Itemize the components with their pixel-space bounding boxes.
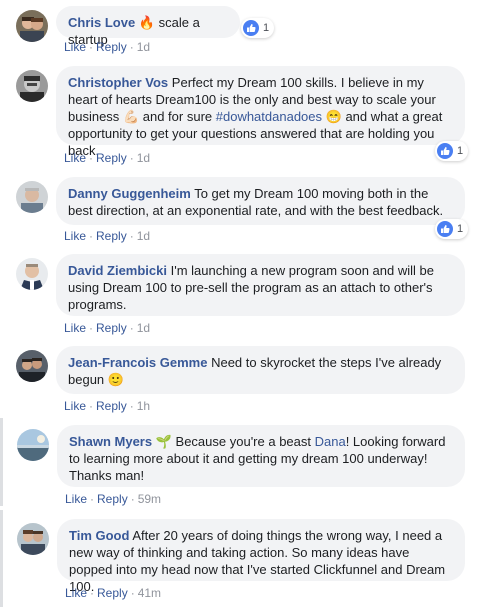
like-link[interactable]: Like xyxy=(65,586,87,600)
like-link[interactable]: Like xyxy=(64,40,86,54)
flexed-biceps-emoji-icon: 💪🏻 xyxy=(122,109,140,124)
timestamp[interactable]: 41m xyxy=(138,586,161,600)
commenter-name[interactable]: Shawn Myers xyxy=(69,434,152,449)
smile-emoji-icon: 🙂 xyxy=(107,372,124,387)
comment-text: and for sure xyxy=(142,109,213,124)
separator: · xyxy=(129,399,134,413)
timestamp[interactable]: 59m xyxy=(138,492,161,506)
grinning-emoji-icon: 😁 xyxy=(325,109,342,124)
commenter-name[interactable]: Tim Good xyxy=(69,528,129,543)
commenter-name[interactable]: Jean-Francois Gemme xyxy=(68,355,207,370)
comment-actions: Like · Reply · 1d xyxy=(64,39,150,55)
seedling-emoji-icon: 🌱 xyxy=(155,434,172,449)
separator: · xyxy=(89,229,94,243)
reply-link[interactable]: Reply xyxy=(96,151,127,165)
thread-indicator-bar xyxy=(0,418,3,506)
commenter-name[interactable]: David Ziembicki xyxy=(68,263,167,278)
thumbs-up-icon xyxy=(437,143,453,159)
separator: · xyxy=(129,321,134,335)
avatar[interactable] xyxy=(16,10,48,42)
separator: · xyxy=(89,321,94,335)
comment-actions: Like · Reply · 1d xyxy=(64,150,150,166)
mention-link[interactable]: Dana xyxy=(315,434,346,449)
timestamp[interactable]: 1d xyxy=(137,151,150,165)
comment-actions: Like · Reply · 1h xyxy=(64,398,150,414)
comment-actions: Like · Reply · 1d xyxy=(64,228,150,244)
reaction-count[interactable]: 1 xyxy=(241,18,275,38)
reply-link[interactable]: Reply xyxy=(96,399,127,413)
like-link[interactable]: Like xyxy=(65,492,87,506)
comment-bubble: Jean-Francois Gemme Need to skyrocket th… xyxy=(56,346,465,394)
comment-bubble: Danny Guggenheim To get my Dream 100 mov… xyxy=(56,177,465,225)
separator: · xyxy=(90,492,95,506)
thumbs-up-icon xyxy=(243,20,259,36)
reaction-count[interactable]: 1 xyxy=(435,141,469,161)
timestamp[interactable]: 1h xyxy=(137,399,150,413)
avatar[interactable] xyxy=(16,181,48,213)
comment-bubble: Tim Good After 20 years of doing things … xyxy=(57,519,465,594)
reply-link[interactable]: Reply xyxy=(96,40,127,54)
timestamp[interactable]: 1d xyxy=(137,321,150,335)
avatar[interactable] xyxy=(16,258,48,290)
comment-actions: Like · Reply · 59m xyxy=(65,491,161,507)
comment-bubble: Christopher Vos Perfect my Dream 100 ski… xyxy=(56,66,465,158)
like-link[interactable]: Like xyxy=(64,399,86,413)
comment-bubble: Chris Love 🔥 scale a startup xyxy=(56,6,240,47)
avatar[interactable] xyxy=(16,350,48,382)
avatar[interactable] xyxy=(17,523,49,555)
thumbs-up-icon xyxy=(437,221,453,237)
comment-actions: Like · Reply · 1d xyxy=(64,320,150,336)
separator: · xyxy=(129,40,134,54)
like-link[interactable]: Like xyxy=(64,151,86,165)
reply-link[interactable]: Reply xyxy=(96,229,127,243)
commenter-name[interactable]: Christopher Vos xyxy=(68,75,168,90)
reaction-count-value: 1 xyxy=(457,145,464,157)
fire-emoji-icon: 🔥 xyxy=(138,15,155,30)
reaction-count[interactable]: 1 xyxy=(435,219,469,239)
separator: · xyxy=(130,586,135,600)
timestamp[interactable]: 1d xyxy=(137,229,150,243)
timestamp[interactable]: 1d xyxy=(137,40,150,54)
reaction-count-value: 1 xyxy=(263,22,270,34)
reply-link[interactable]: Reply xyxy=(97,492,128,506)
reply-link[interactable]: Reply xyxy=(96,321,127,335)
commenter-name[interactable]: Chris Love xyxy=(68,15,135,30)
separator: · xyxy=(129,151,134,165)
separator: · xyxy=(89,151,94,165)
thread-indicator-bar xyxy=(0,510,3,607)
comment-text: Because you're a beast xyxy=(175,434,311,449)
avatar[interactable] xyxy=(17,429,49,461)
reaction-count-value: 1 xyxy=(457,223,464,235)
avatar[interactable] xyxy=(16,70,48,102)
hashtag-link[interactable]: #dowhatdanadoes xyxy=(216,109,322,124)
comment-bubble: Shawn Myers 🌱 Because you're a beast Dan… xyxy=(57,425,465,487)
separator: · xyxy=(130,492,135,506)
reply-link[interactable]: Reply xyxy=(97,586,128,600)
separator: · xyxy=(129,229,134,243)
comment-actions: Like · Reply · 41m xyxy=(65,585,161,601)
separator: · xyxy=(90,586,95,600)
like-link[interactable]: Like xyxy=(64,229,86,243)
like-link[interactable]: Like xyxy=(64,321,86,335)
commenter-name[interactable]: Danny Guggenheim xyxy=(68,186,191,201)
separator: · xyxy=(89,40,94,54)
separator: · xyxy=(89,399,94,413)
comment-bubble: David Ziembicki I'm launching a new prog… xyxy=(56,254,465,316)
